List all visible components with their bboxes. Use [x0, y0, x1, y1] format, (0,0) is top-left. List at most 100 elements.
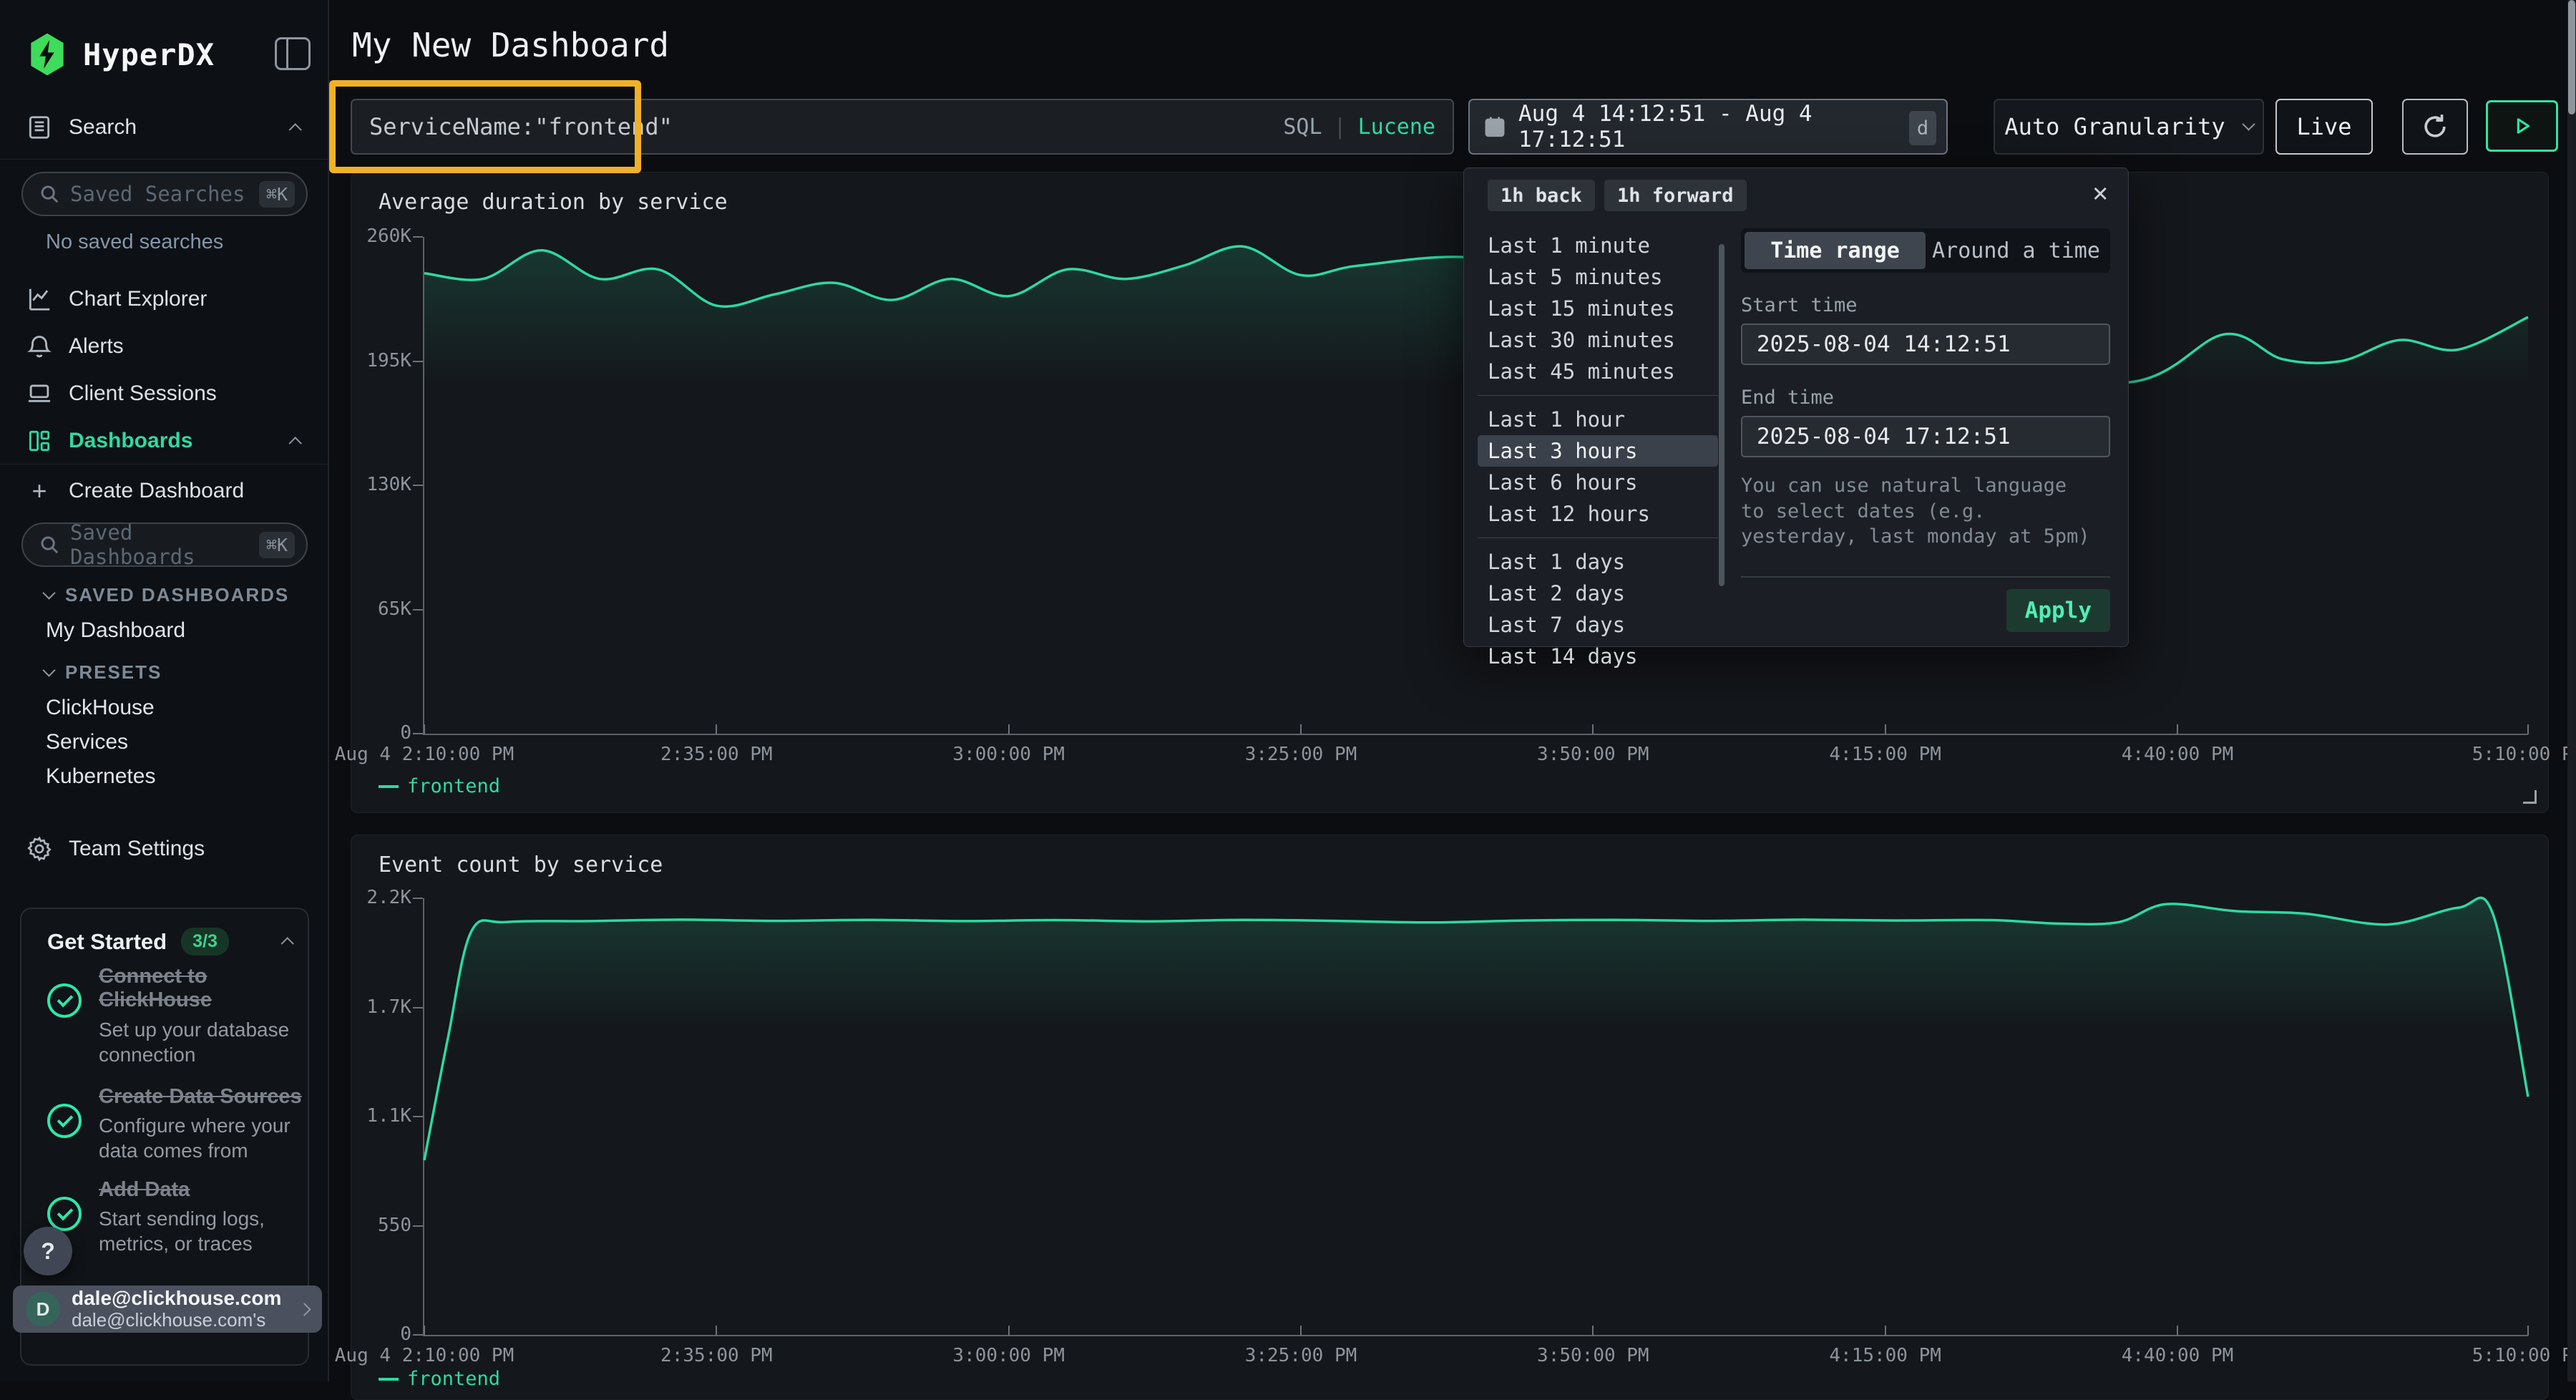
user-menu[interactable]: D dale@clickhouse.com dale@clickhouse.co…: [13, 1285, 322, 1333]
live-button[interactable]: Live: [2275, 99, 2373, 155]
y-axis-tick: [413, 1007, 423, 1008]
x-axis-tick: [1592, 724, 1594, 734]
search-icon: [39, 534, 60, 555]
x-axis-tick: [1008, 724, 1010, 734]
y-axis-tick: [413, 1334, 423, 1336]
time-range-option[interactable]: Last 6 hours: [1478, 467, 1718, 498]
x-axis-label: 4:15:00 PM: [1829, 1345, 1941, 1366]
panel-resize-handle[interactable]: [2523, 790, 2537, 804]
bell-icon: [26, 333, 53, 360]
time-range-input[interactable]: Aug 4 14:12:51 - Aug 4 17:12:51 d: [1468, 99, 1948, 155]
get-started-item[interactable]: Connect to ClickHouse Set up your databa…: [47, 965, 306, 1067]
search-query-input[interactable]: ServiceName:"frontend" SQL | Lucene: [351, 99, 1454, 155]
granularity-value: Auto Granularity: [2004, 113, 2225, 140]
get-started-item-title: Add Data: [99, 1178, 306, 1202]
x-axis-tick: [424, 724, 425, 734]
chevron-up-icon[interactable]: [280, 937, 293, 950]
sidebar-item-kubernetes[interactable]: Kubernetes: [46, 764, 155, 789]
x-axis-label: 2:35:00 PM: [660, 1345, 773, 1366]
gear-icon: [26, 835, 53, 862]
sidebar-item-label: Alerts: [69, 334, 124, 359]
chart-plot[interactable]: 05501.1K1.7K2.2KAug 4 2:10:00 PM2:35:00 …: [423, 898, 2528, 1336]
sidebar-item-search[interactable]: Search: [0, 106, 329, 149]
y-axis-tick: [413, 236, 423, 238]
chevron-right-icon: [298, 1303, 311, 1316]
get-started-item[interactable]: Add Data Start sending logs, metrics, or…: [47, 1178, 306, 1256]
start-time-input[interactable]: 2025-08-04 14:12:51: [1741, 324, 2110, 365]
divider: [0, 464, 328, 465]
sidebar-item-my-dashboard[interactable]: My Dashboard: [46, 618, 185, 643]
tab-time-range[interactable]: Time range: [1745, 232, 1926, 269]
sidebar-item-team-settings[interactable]: Team Settings: [0, 827, 329, 870]
refresh-button[interactable]: [2402, 99, 2468, 155]
y-axis-label: 550: [333, 1215, 411, 1236]
x-axis-label: 3:50:00 PM: [1537, 744, 1649, 765]
list-scrollbar[interactable]: [1719, 244, 1724, 586]
end-time-label: End time: [1741, 387, 2110, 409]
time-range-option[interactable]: Last 2 days: [1478, 578, 1718, 609]
page-scrollbar-track[interactable]: [2567, 0, 2576, 1381]
saved-searches-input[interactable]: Saved Searches ⌘K: [21, 172, 308, 216]
sidebar-item-clickhouse[interactable]: ClickHouse: [46, 696, 155, 720]
y-axis-tick: [413, 485, 423, 486]
sidebar-item-services[interactable]: Services: [46, 730, 128, 754]
sidebar-item-dashboards[interactable]: Dashboards: [0, 419, 329, 462]
sidebar-collapse-icon[interactable]: [275, 37, 311, 70]
chart-title: Event count by service: [379, 852, 663, 878]
time-range-option[interactable]: Last 30 minutes: [1478, 324, 1718, 356]
time-range-option[interactable]: Last 7 days: [1478, 609, 1718, 641]
time-range-option[interactable]: Last 14 days: [1478, 641, 1718, 672]
x-axis-label: 2:35:00 PM: [660, 744, 773, 765]
x-axis-label: 4:15:00 PM: [1829, 744, 1941, 765]
apply-button[interactable]: Apply: [2006, 589, 2110, 632]
time-range-option[interactable]: Last 15 minutes: [1478, 293, 1718, 324]
x-axis-tick: [1592, 1326, 1594, 1336]
x-axis-tick: [1300, 724, 1302, 734]
sidebar-item-alerts[interactable]: Alerts: [0, 325, 329, 368]
tab-around-a-time[interactable]: Around a time: [1926, 232, 2107, 269]
chart-legend[interactable]: frontend: [379, 775, 500, 797]
time-range-option[interactable]: Last 45 minutes: [1478, 356, 1718, 387]
time-range-option[interactable]: Last 12 hours: [1478, 498, 1718, 530]
search-nav-icon: [26, 114, 53, 141]
time-range-option[interactable]: Last 1 days: [1478, 546, 1718, 578]
sql-toggle[interactable]: SQL: [1283, 115, 1322, 140]
chart-legend[interactable]: frontend: [379, 1368, 500, 1390]
x-axis-label: 3:50:00 PM: [1537, 1345, 1649, 1366]
page-scrollbar-thumb[interactable]: [2568, 0, 2575, 115]
time-range-option[interactable]: Last 1 hour: [1478, 404, 1718, 435]
get-started-item[interactable]: Create Data Sources Configure where your…: [47, 1085, 306, 1163]
time-range-option[interactable]: Last 3 hours: [1478, 435, 1718, 467]
chevron-down-icon: [2242, 117, 2255, 130]
time-range-option[interactable]: Last 1 minute: [1478, 230, 1718, 261]
granularity-select[interactable]: Auto Granularity: [1994, 99, 2264, 155]
create-dashboard-button[interactable]: + Create Dashboard: [0, 470, 329, 512]
sidebar-item-chart-explorer[interactable]: Chart Explorer: [0, 278, 329, 321]
end-time-input[interactable]: 2025-08-04 17:12:51: [1741, 416, 2110, 457]
time-range-form: Time range Around a time Start time 2025…: [1741, 218, 2110, 646]
user-org: dale@clickhouse.com's: [72, 1310, 288, 1331]
section-saved-dashboards[interactable]: SAVED DASHBOARDS: [44, 584, 289, 606]
x-axis-tick: [2177, 724, 2178, 734]
saved-searches-placeholder: Saved Searches: [70, 182, 249, 206]
shortcut-badge: ⌘K: [259, 532, 295, 558]
close-icon[interactable]: ✕: [2092, 178, 2108, 208]
y-axis-tick: [413, 733, 423, 734]
dashboards-icon: [26, 427, 53, 454]
time-picker-popover: 1h back 1h forward ✕ Last 1 minuteLast 5…: [1463, 167, 2129, 647]
help-button[interactable]: ?: [24, 1227, 72, 1275]
chevron-up-icon: [288, 123, 301, 136]
time-range-option[interactable]: Last 5 minutes: [1478, 261, 1718, 293]
section-presets[interactable]: PRESETS: [44, 661, 162, 684]
shift-back-button[interactable]: 1h back: [1488, 180, 1595, 211]
chart-explorer-icon: [26, 286, 53, 313]
chart-canvas: [424, 898, 2528, 1335]
logo[interactable]: HyperDX: [24, 31, 215, 77]
y-axis-tick: [413, 361, 423, 362]
lucene-toggle[interactable]: Lucene: [1358, 115, 1435, 140]
saved-dashboards-input[interactable]: Saved Dashboards ⌘K: [21, 522, 308, 567]
x-axis-label: Aug 4 2:10:00 PM: [335, 1345, 514, 1366]
run-query-button[interactable]: [2486, 100, 2558, 152]
sidebar-item-client-sessions[interactable]: Client Sessions: [0, 372, 329, 415]
shift-forward-button[interactable]: 1h forward: [1604, 180, 1747, 211]
